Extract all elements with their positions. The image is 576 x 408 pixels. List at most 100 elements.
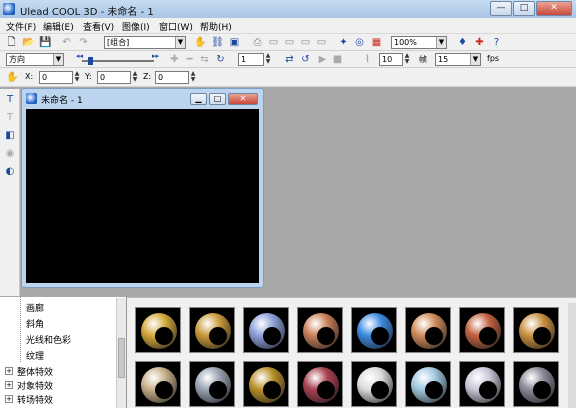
object-select[interactable]: [组合] ▼ [104,36,186,49]
expand-icon[interactable]: + [5,367,13,375]
thumbnail-ice-ring[interactable] [405,361,451,407]
print-icon[interactable]: ⎙ [251,36,264,49]
help-topics-icon[interactable]: ♦ [456,36,469,49]
menu-bar: 文件(F) 编辑(E) 查看(V) 图像(I) 窗口(W) 帮助(H) [0,18,576,34]
menu-window[interactable]: 窗口(W) [159,20,193,33]
menu-edit[interactable]: 编辑(E) [43,20,74,33]
extrude-icon[interactable]: ◉ [3,147,17,161]
wand-icon[interactable]: ✦ [337,36,350,49]
thumbnail-amber-bead-ring[interactable] [513,307,559,353]
document-window[interactable]: 未命名 - 1 ▁ □ ✕ [21,88,264,288]
thumbnail-chrome-ring[interactable] [459,361,505,407]
tree-item-light-color[interactable]: 光线和色彩 [26,333,71,346]
thumbnail-rust-bead-ring[interactable] [459,307,505,353]
smooth-icon[interactable]: ⌇ [361,53,374,66]
frame-input[interactable]: 1 [238,53,264,66]
y-input[interactable]: 0 [97,71,131,84]
thumbnail-pearl-ring[interactable] [351,361,397,407]
remove-keyframe-icon[interactable]: ━ [183,53,196,66]
tree-item-global-effects[interactable]: 整体特效 [17,365,53,378]
doc-minimize-button[interactable]: ▁ [190,93,207,105]
menu-file[interactable]: 文件(F) [6,20,36,33]
gallery-scrollbar[interactable] [568,303,576,408]
context-help-icon[interactable]: ? [490,36,503,49]
zoom-select[interactable]: 100% ▼ [391,36,447,49]
save-icon[interactable]: 💾 [39,36,52,49]
torus-preview [249,367,285,403]
close-button[interactable]: ✕ [536,1,572,16]
x-spinner[interactable]: ▲ ▼ [73,71,81,84]
tree-item-texture[interactable]: 纹理 [26,349,44,362]
thumbnail-stained-glass-ring[interactable] [297,361,343,407]
loop-icon[interactable]: ↻ [214,53,227,66]
expand-icon[interactable]: + [5,395,13,403]
speed-spinner[interactable]: ▲ ▼ [403,53,411,66]
doc-close-button[interactable]: ✕ [228,93,258,105]
repeat-icon[interactable]: ↺ [299,53,312,66]
paste-icon[interactable]: ▭ [299,36,312,49]
new-file-icon[interactable]: 🗋 [5,36,18,49]
expand-icon[interactable]: + [5,381,13,389]
menu-view[interactable]: 查看(V) [83,20,114,33]
speed-input[interactable]: 10 [379,53,403,66]
thumbnail-silver-shine-ring[interactable] [243,307,289,353]
doc-maximize-button[interactable]: □ [209,93,226,105]
torus-hole [479,327,497,345]
chart-icon[interactable]: ▦ [370,36,383,49]
copy-icon[interactable]: ▭ [283,36,296,49]
play-icon[interactable]: ▶ [316,53,329,66]
tree-item-object-effects[interactable]: 对象特效 [17,379,53,392]
tree-item-gallery[interactable]: 画廊 [26,301,44,314]
edit-text-icon[interactable]: T [3,111,17,125]
thumbnail-brass-ring[interactable] [189,307,235,353]
stop-icon[interactable]: ■ [331,53,344,66]
minimize-button[interactable]: — [490,1,512,16]
scrollbar-thumb[interactable] [118,338,125,378]
cut-icon[interactable]: ▭ [267,36,280,49]
redo-icon[interactable]: ↷ [77,36,90,49]
open-folder-icon[interactable]: 📂 [22,36,35,49]
thumbnail-cream-weave-ring[interactable] [135,361,181,407]
object-manager-icon[interactable]: ◐ [3,165,17,179]
clear-icon[interactable]: ▭ [315,36,328,49]
z-input[interactable]: 0 [155,71,189,84]
torus-hole [317,381,335,399]
insert-text-icon[interactable]: T [3,93,17,107]
move-object-icon[interactable]: ✋ [6,71,19,84]
add-keyframe-icon[interactable]: ✚ [168,53,181,66]
torus-hole [209,381,227,399]
slider-thumb[interactable] [88,57,93,65]
x-input[interactable]: 0 [39,71,73,84]
maximize-button[interactable]: □ [513,1,535,16]
fit-object-icon[interactable]: ▣ [228,36,241,49]
timeline-slider[interactable]: ◂◂ ▸▸ [74,52,162,66]
thumbnail-steel-grid-ring[interactable] [189,361,235,407]
object-link-icon[interactable]: ⛓ [211,36,224,49]
reverse-icon[interactable]: ⇆ [198,53,211,66]
z-spinner[interactable]: ▲ ▼ [189,71,197,84]
render-canvas[interactable] [26,109,259,283]
thumbnail-copper-ring[interactable] [297,307,343,353]
frame-spinner[interactable]: ▲ ▼ [264,53,272,66]
direction-select[interactable]: 方向 ▼ [6,53,64,66]
undo-icon[interactable]: ↶ [60,36,73,49]
plugin-icon[interactable]: ✚ [473,36,486,49]
frames-select[interactable]: 15 ▼ [435,53,481,66]
tree-scrollbar[interactable] [116,298,126,408]
tree-item-bevel[interactable]: 斜角 [26,317,44,330]
thumbnail-gold-ring[interactable] [135,307,181,353]
thumbnail-copper-bead-ring[interactable] [405,307,451,353]
menu-help[interactable]: 帮助(H) [200,20,232,33]
tree-item-transition-effects[interactable]: 转场特效 [17,393,53,406]
thumbnail-gold-dots-ring[interactable] [243,361,289,407]
globe-icon[interactable]: ◎ [353,36,366,49]
torus-preview [465,367,501,403]
pingpong-icon[interactable]: ⇄ [283,53,296,66]
y-spinner[interactable]: ▲ ▼ [131,71,139,84]
menu-image[interactable]: 图像(I) [122,20,150,33]
insert-geometry-icon[interactable]: ◧ [3,129,17,143]
hand-tool-icon[interactable]: ✋ [194,36,207,49]
torus-hole [479,381,497,399]
thumbnail-blue-marble-ring[interactable] [351,307,397,353]
thumbnail-pewter-dots-ring[interactable] [513,361,559,407]
